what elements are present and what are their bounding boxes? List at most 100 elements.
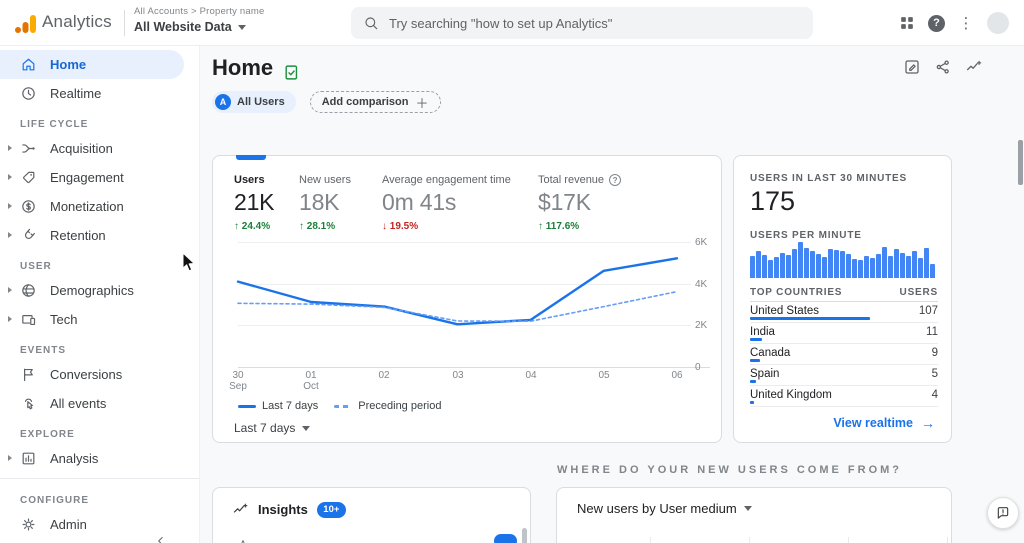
sidebar-item-label: Demographics bbox=[50, 283, 134, 298]
minute-bar bbox=[888, 256, 893, 278]
insights-card: Insights 10+ bbox=[212, 487, 531, 543]
share-icon[interactable] bbox=[934, 58, 952, 76]
help-icon[interactable]: ? bbox=[609, 174, 622, 186]
customize-report-icon[interactable] bbox=[903, 58, 921, 76]
metric-change: ↑ 117.6% bbox=[538, 221, 580, 232]
minute-bar bbox=[852, 259, 857, 278]
minute-bar bbox=[858, 260, 863, 278]
sidebar-item-analysis[interactable]: Analysis bbox=[0, 444, 199, 473]
users-column-header: USERS bbox=[899, 287, 938, 298]
expand-caret-icon bbox=[8, 174, 12, 180]
sidebar-item-realtime[interactable]: Realtime bbox=[0, 79, 199, 108]
header-divider bbox=[124, 10, 125, 36]
top-countries-header: TOP COUNTRIES bbox=[750, 287, 843, 298]
country-row-spain: Spain 5 bbox=[750, 365, 938, 386]
sidebar-item-retention[interactable]: Retention bbox=[0, 221, 199, 250]
metric-label: Average engagement time bbox=[382, 174, 511, 186]
metric-value: 21K bbox=[234, 189, 275, 215]
add-comparison-button[interactable]: Add comparison ＋ bbox=[309, 91, 441, 113]
analysis-icon bbox=[20, 450, 37, 467]
home-icon bbox=[20, 56, 37, 73]
minute-bar bbox=[828, 249, 833, 278]
sidebar-item-tech[interactable]: Tech bbox=[0, 305, 199, 334]
retention-icon bbox=[20, 227, 37, 244]
date-range-selector[interactable]: Last 7 days bbox=[234, 421, 311, 435]
metric-label: Total revenue? bbox=[538, 174, 622, 186]
country-users: 4 bbox=[931, 389, 938, 401]
legend-label: Last 7 days bbox=[262, 400, 319, 412]
metric-total-revenue[interactable]: Total revenue? $17K ↑ 117.6% bbox=[538, 174, 622, 232]
clock-icon bbox=[20, 85, 37, 102]
sidebar-item-all-events[interactable]: All events bbox=[0, 389, 199, 418]
metric-label: Users bbox=[234, 174, 265, 186]
users-trend-chart bbox=[236, 240, 691, 367]
sidebar-divider bbox=[0, 478, 199, 479]
property-selector[interactable]: All Website Data bbox=[134, 20, 264, 34]
insight-chip-partial[interactable] bbox=[494, 534, 517, 543]
sidebar-item-engagement[interactable]: Engagement bbox=[0, 163, 199, 192]
insights-scrollbar[interactable] bbox=[522, 528, 527, 543]
help-icon[interactable]: ? bbox=[928, 14, 945, 32]
insights-count-badge: 10+ bbox=[316, 501, 346, 518]
more-options-icon[interactable]: ⋮ bbox=[956, 13, 976, 33]
comparison-chip-all-users[interactable]: A All Users bbox=[212, 91, 296, 113]
page-scrollbar[interactable] bbox=[1018, 140, 1023, 185]
sidebar-item-label: Analysis bbox=[50, 451, 99, 466]
admin-icon bbox=[20, 516, 37, 533]
sidebar-item-admin[interactable]: Admin bbox=[0, 510, 199, 539]
y-axis-label: 6K bbox=[695, 237, 708, 248]
metric-users[interactable]: Users 21K ↑ 24.4% bbox=[234, 174, 275, 232]
sidebar-item-conversions[interactable]: Conversions bbox=[0, 360, 199, 389]
country-users: 5 bbox=[931, 368, 938, 380]
country-bar bbox=[750, 317, 870, 320]
minute-bar bbox=[822, 257, 827, 278]
metric-new-users[interactable]: New users 18K ↑ 28.1% bbox=[299, 174, 351, 232]
insights-title: Insights bbox=[258, 502, 308, 517]
metric-change: ↑ 24.4% bbox=[234, 221, 271, 232]
realtime-title: USERS IN LAST 30 MINUTES bbox=[750, 173, 907, 184]
minute-bar bbox=[924, 248, 929, 278]
expand-caret-icon bbox=[8, 455, 12, 461]
sidebar-item-acquisition[interactable]: Acquisition bbox=[0, 134, 199, 163]
sidebar-item-home[interactable]: Home bbox=[0, 50, 184, 79]
series-preceding-period bbox=[237, 290, 678, 322]
x-axis-label: 05 bbox=[598, 370, 610, 381]
minute-bar bbox=[816, 254, 821, 278]
y-axis-label: 2K bbox=[695, 320, 708, 331]
new-users-section-label: WHERE DO YOUR NEW USERS COME FROM? bbox=[557, 464, 903, 476]
account-breadcrumb[interactable]: All Accounts > Property name bbox=[134, 6, 264, 17]
feedback-button[interactable] bbox=[987, 497, 1019, 529]
view-realtime-link[interactable]: View realtime → bbox=[833, 415, 935, 431]
country-name: United Kingdom bbox=[750, 389, 832, 401]
sidebar-item-demographics[interactable]: Demographics bbox=[0, 276, 199, 305]
minute-bar bbox=[804, 248, 809, 278]
metric-label: New users bbox=[299, 174, 351, 186]
insights-icon[interactable] bbox=[965, 58, 983, 76]
country-bar bbox=[750, 380, 756, 383]
sidebar-item-monetization[interactable]: Monetization bbox=[0, 192, 199, 221]
minute-bar bbox=[774, 257, 779, 278]
minute-bar bbox=[798, 242, 803, 278]
sidebar-item-label: Tech bbox=[50, 312, 78, 327]
realtime-card: USERS IN LAST 30 MINUTES 175 USERS PER M… bbox=[733, 155, 952, 443]
insights-header[interactable]: Insights 10+ bbox=[232, 501, 346, 518]
users-last-30-min-value: 175 bbox=[750, 186, 796, 216]
country-row-india: India 11 bbox=[750, 323, 938, 344]
sidebar-item-label: Acquisition bbox=[50, 141, 113, 156]
search-input[interactable] bbox=[389, 15, 801, 31]
sidebar-navigation: Home Realtime LIFE CYCLE Acquisition Engagem… bbox=[0, 46, 200, 543]
new-users-dimension-selector[interactable]: New users by User medium bbox=[577, 501, 752, 516]
overview-metrics-card: Users 21K ↑ 24.4% New users 18K ↑ 28.1% Averag… bbox=[212, 155, 722, 443]
sidebar-section-explore: EXPLORE bbox=[20, 429, 75, 440]
metric-average-engagement-time[interactable]: Average engagement time 0m 41s ↓ 19.5% bbox=[382, 174, 511, 232]
avatar[interactable] bbox=[987, 12, 1009, 34]
search-bar[interactable] bbox=[351, 7, 813, 39]
sidebar-section-user: USER bbox=[20, 261, 52, 272]
apps-grid-icon[interactable] bbox=[897, 13, 917, 33]
minute-bar bbox=[906, 256, 911, 278]
sidebar-collapse-icon[interactable] bbox=[154, 534, 168, 543]
expand-caret-icon bbox=[8, 203, 12, 209]
insights-icon bbox=[232, 501, 249, 518]
search-icon bbox=[363, 15, 379, 31]
sidebar-item-label: Admin bbox=[50, 517, 87, 532]
